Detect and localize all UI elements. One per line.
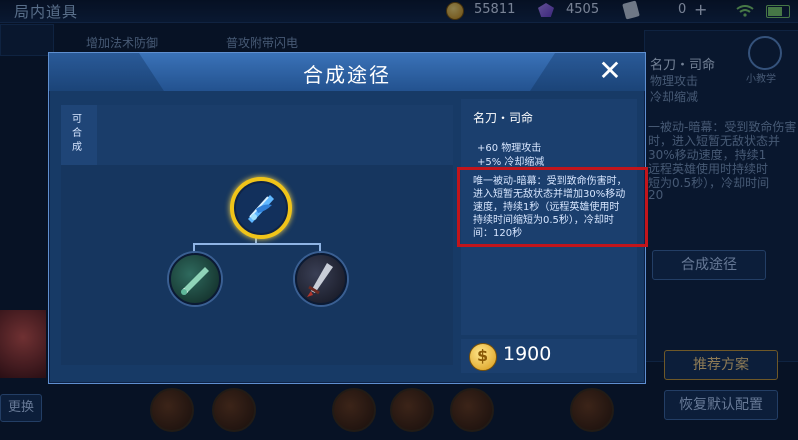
item-stat-cooldown: +5% 冷却缩减 <box>477 157 545 168</box>
price-box: 1900 <box>461 339 637 373</box>
composable-tag: 可合成 <box>61 105 98 165</box>
dialog-title: 合成途径 <box>303 63 391 87</box>
blade-of-destiny-icon[interactable] <box>230 177 292 239</box>
close-button[interactable]: ✕ <box>597 57 623 85</box>
dialog-header: 合成途径 ✕ <box>49 53 645 91</box>
green-sword-icon[interactable] <box>169 253 221 305</box>
passive-highlight-box <box>457 167 648 247</box>
tree-line-horizontal <box>193 243 319 245</box>
composable-items-strip <box>97 105 453 165</box>
item-stat-attack: +60 物理攻击 <box>477 143 542 154</box>
item-price: 1900 <box>503 343 552 365</box>
composable-tag-label: 可合成 <box>72 114 82 153</box>
gold-coin-icon <box>469 343 497 371</box>
item-name: 名刀・司命 <box>473 111 534 125</box>
dark-dagger-icon[interactable] <box>295 253 347 305</box>
